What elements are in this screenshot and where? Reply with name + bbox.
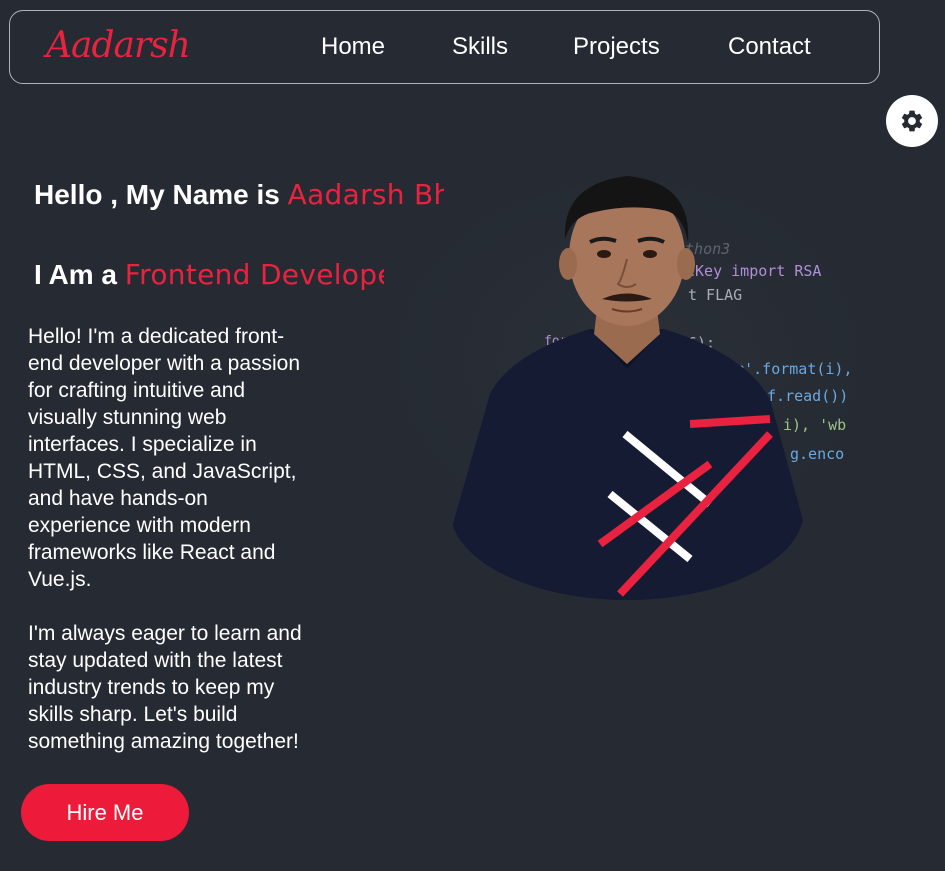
gear-icon	[901, 110, 923, 132]
role-text: Frontend Develope	[124, 258, 384, 291]
profile-photo	[450, 164, 804, 600]
nav-link-home[interactable]: Home	[321, 33, 385, 61]
nav-link-contact[interactable]: Contact	[728, 33, 811, 61]
nav-link-projects[interactable]: Projects	[573, 33, 660, 61]
nav-link-skills[interactable]: Skills	[452, 33, 508, 61]
role-heading: I Am a Frontend Develope	[34, 258, 384, 291]
bio-paragraph: I'm always eager to learn and stay updat…	[28, 622, 302, 753]
person-illustration	[450, 176, 804, 600]
bio-paragraph: Hello! I'm a dedicated front-end develop…	[28, 325, 301, 591]
nav-links: Home Skills Projects Contact	[10, 33, 879, 65]
bio: Hello! I'm a dedicated front-end develop…	[28, 323, 313, 755]
role-prefix: I Am a	[34, 259, 125, 290]
page: Aadarsh Home Skills Projects Contact Hel…	[0, 0, 945, 871]
hire-me-button[interactable]: Hire Me	[21, 784, 189, 841]
portrait: ython3 cKey import RSA t FLAG for i 6): …	[358, 150, 863, 600]
greeting-prefix: Hello , My Name is	[34, 179, 288, 210]
settings-button[interactable]	[886, 95, 938, 147]
navbar: Aadarsh Home Skills Projects Contact	[9, 10, 880, 84]
